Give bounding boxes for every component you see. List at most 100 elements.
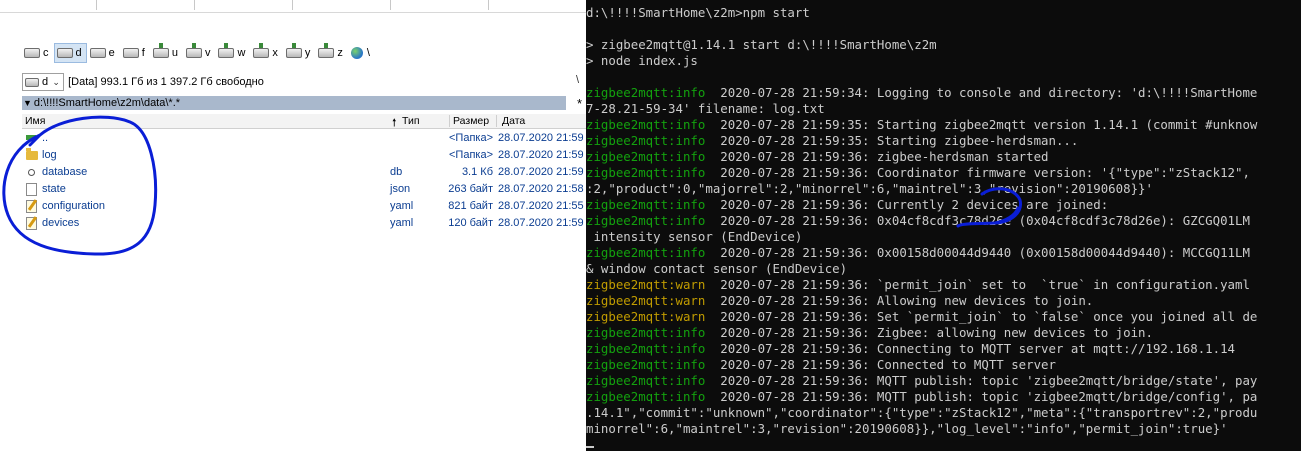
network-drive-icon [218, 43, 235, 58]
drive-button-c[interactable]: c [22, 44, 53, 62]
drive-letter: y [304, 47, 311, 59]
terminal-line: zigbee2mqtt:info 2020-07-28 21:59:36: Co… [586, 357, 1056, 373]
log-text: .14.1","commit":"unknown","coordinator":… [586, 405, 1258, 420]
terminal-line: & window contact sensor (EndDevice) [586, 261, 847, 277]
terminal-line: zigbee2mqtt:info 2020-07-28 21:59:36: MQ… [586, 389, 1257, 405]
log-level-prefix: zigbee2mqtt:info [586, 165, 706, 180]
log-text: 2020-07-28 21:59:36: Connected to MQTT s… [705, 357, 1056, 372]
log-text: 7-28.21-59-34' filename: log.txt [586, 101, 825, 116]
terminal-line: zigbee2mqtt:warn 2020-07-28 21:59:36: `p… [586, 277, 1250, 293]
drive-letter: v [204, 47, 211, 59]
file-date: 28.07.2020 21:58 [498, 183, 584, 195]
terminal-line: zigbee2mqtt:info 2020-07-28 21:59:36: 0x… [586, 245, 1250, 261]
drive-letter: x [272, 47, 278, 59]
file-size: 3.1 Кб [461, 166, 493, 178]
network-drive-icon [285, 43, 302, 58]
terminal-line: zigbee2mqtt:info 2020-07-28 21:59:36: 0x… [586, 213, 1250, 229]
root-button[interactable]: \ [576, 74, 579, 86]
log-text: 2020-07-28 21:59:34: Logging to console … [705, 85, 1258, 100]
log-level-prefix: zigbee2mqtt:info [586, 389, 706, 404]
drive-button-f[interactable]: f [121, 44, 149, 62]
file-size: 263 байт [448, 183, 493, 195]
terminal-line: zigbee2mqtt:warn 2020-07-28 21:59:36: Al… [586, 293, 1093, 309]
log-level-prefix: zigbee2mqtt:info [586, 133, 706, 148]
terminal-line: zigbee2mqtt:warn 2020-07-28 21:59:36: Se… [586, 309, 1257, 325]
log-level-prefix: zigbee2mqtt:info [586, 245, 706, 260]
file-name: state [42, 183, 66, 195]
log-level-prefix: zigbee2mqtt:info [586, 373, 706, 388]
log-text: 2020-07-28 21:59:36: MQTT publish: topic… [705, 373, 1258, 388]
column-name-header[interactable]: Имя [25, 115, 45, 127]
drive-icon [25, 77, 39, 87]
terminal-cursor [586, 446, 594, 448]
history-dropdown-icon[interactable]: ▼ [23, 98, 32, 108]
drive-button-e[interactable]: e [88, 44, 119, 62]
drive-button-y[interactable]: y [284, 43, 315, 62]
drive-letter: c [43, 47, 49, 59]
file-row[interactable]: log <Папка> 28.07.2020 21:59 [22, 147, 586, 163]
drive-button-w[interactable]: w [216, 43, 249, 62]
file-date: 28.07.2020 21:59 [498, 132, 584, 144]
log-text: 2020-07-28 21:59:36: Set `permit_join` t… [705, 309, 1258, 324]
drive-letter: w [237, 47, 246, 59]
terminal-line: minorrel":6,"maintrel":3,"revision":2019… [586, 421, 1228, 437]
log-level-prefix: zigbee2mqtt:warn [586, 293, 706, 308]
drive-icon [56, 48, 73, 58]
drive-icon [24, 48, 40, 58]
file-ext: yaml [390, 200, 414, 212]
drive-button-d[interactable]: d [53, 43, 87, 63]
path-bar[interactable]: ▼ d:\!!!!SmartHome\z2m\data\*.* [22, 96, 566, 110]
drive-letter: u [171, 47, 178, 59]
log-text: intensity sensor (EndDevice) [586, 229, 803, 244]
terminal-line: > zigbee2mqtt@1.14.1 start d:\!!!!SmartH… [586, 37, 937, 53]
file-ext: yaml [390, 217, 414, 229]
file-row[interactable]: state json 263 байт 28.07.2020 21:58 [22, 181, 586, 197]
drive-letter: d [75, 47, 82, 59]
column-date-header[interactable]: Дата [502, 115, 525, 127]
file-name: .. [42, 132, 49, 144]
drive-button-u[interactable]: u [151, 43, 182, 62]
drive-selector[interactable]: d ⌄ [22, 73, 65, 91]
terminal-line: zigbee2mqtt:info 2020-07-28 21:59:36: MQ… [586, 373, 1257, 389]
database-file-icon [26, 166, 37, 178]
chevron-down-icon: ⌄ [52, 76, 60, 87]
file-row[interactable]: devices yaml 120 байт 28.07.2020 21:59 [22, 215, 586, 231]
filter-star-button[interactable]: * [577, 96, 582, 111]
up-arrow-icon [26, 132, 37, 144]
drive-icon [89, 48, 106, 58]
log-text: 2020-07-28 21:59:36: MQTT publish: topic… [705, 389, 1258, 404]
file-list-header: Имя 🠕 Тип Размер Дата [22, 114, 586, 129]
column-size-header[interactable]: Размер [453, 115, 489, 127]
log-text: & window contact sensor (EndDevice) [586, 261, 848, 276]
free-space-label: [Data] 993.1 Гб из 1 397.2 Гб свободно [68, 76, 264, 88]
file-row[interactable]: configuration yaml 821 байт 28.07.2020 21:5… [22, 198, 586, 214]
drive-letter: f [141, 47, 145, 59]
terminal-line: zigbee2mqtt:info 2020-07-28 21:59:34: Lo… [586, 85, 1257, 101]
log-level-prefix: zigbee2mqtt:info [586, 85, 706, 100]
terminal-line: zigbee2mqtt:info 2020-07-28 21:59:36: Co… [586, 165, 1250, 181]
file-row[interactable]: database db 3.1 Кб 28.07.2020 21:59 [22, 164, 586, 180]
config-file-icon [26, 217, 37, 230]
column-type-header[interactable]: Тип [402, 115, 420, 127]
terminal-window[interactable]: d:\!!!!SmartHome\z2m>npm start > zigbee2m… [586, 0, 1301, 451]
log-level-prefix: zigbee2mqtt:info [586, 213, 706, 228]
drive-button-x[interactable]: x [251, 43, 282, 62]
terminal-line: zigbee2mqtt:info 2020-07-28 21:59:36: Cu… [586, 197, 1108, 213]
file-name: log [42, 149, 57, 161]
log-text: minorrel":6,"maintrel":3,"revision":2019… [586, 421, 1228, 436]
drive-button-z[interactable]: z [316, 43, 347, 62]
drive-button-v[interactable]: v [184, 43, 215, 62]
file-row[interactable]: .. <Папка> 28.07.2020 21:59 [22, 130, 586, 146]
terminal-line: zigbee2mqtt:info 2020-07-28 21:59:35: St… [586, 117, 1257, 133]
file-size: 120 байт [448, 217, 493, 229]
drive-button-root[interactable]: \ [349, 44, 374, 62]
log-text: d:\!!!!SmartHome\z2m>npm start [586, 5, 810, 20]
log-text: 2020-07-28 21:59:36: Connecting to MQTT … [705, 341, 1236, 356]
file-name: database [42, 166, 88, 178]
terminal-line: zigbee2mqtt:info 2020-07-28 21:59:36: zi… [586, 149, 1049, 165]
file-ext: db [390, 166, 403, 178]
drive-selector-value: d [42, 76, 49, 88]
drive-letter: \ [366, 47, 370, 59]
log-level-prefix: zigbee2mqtt:info [586, 341, 706, 356]
log-level-prefix: zigbee2mqtt:info [586, 325, 706, 340]
